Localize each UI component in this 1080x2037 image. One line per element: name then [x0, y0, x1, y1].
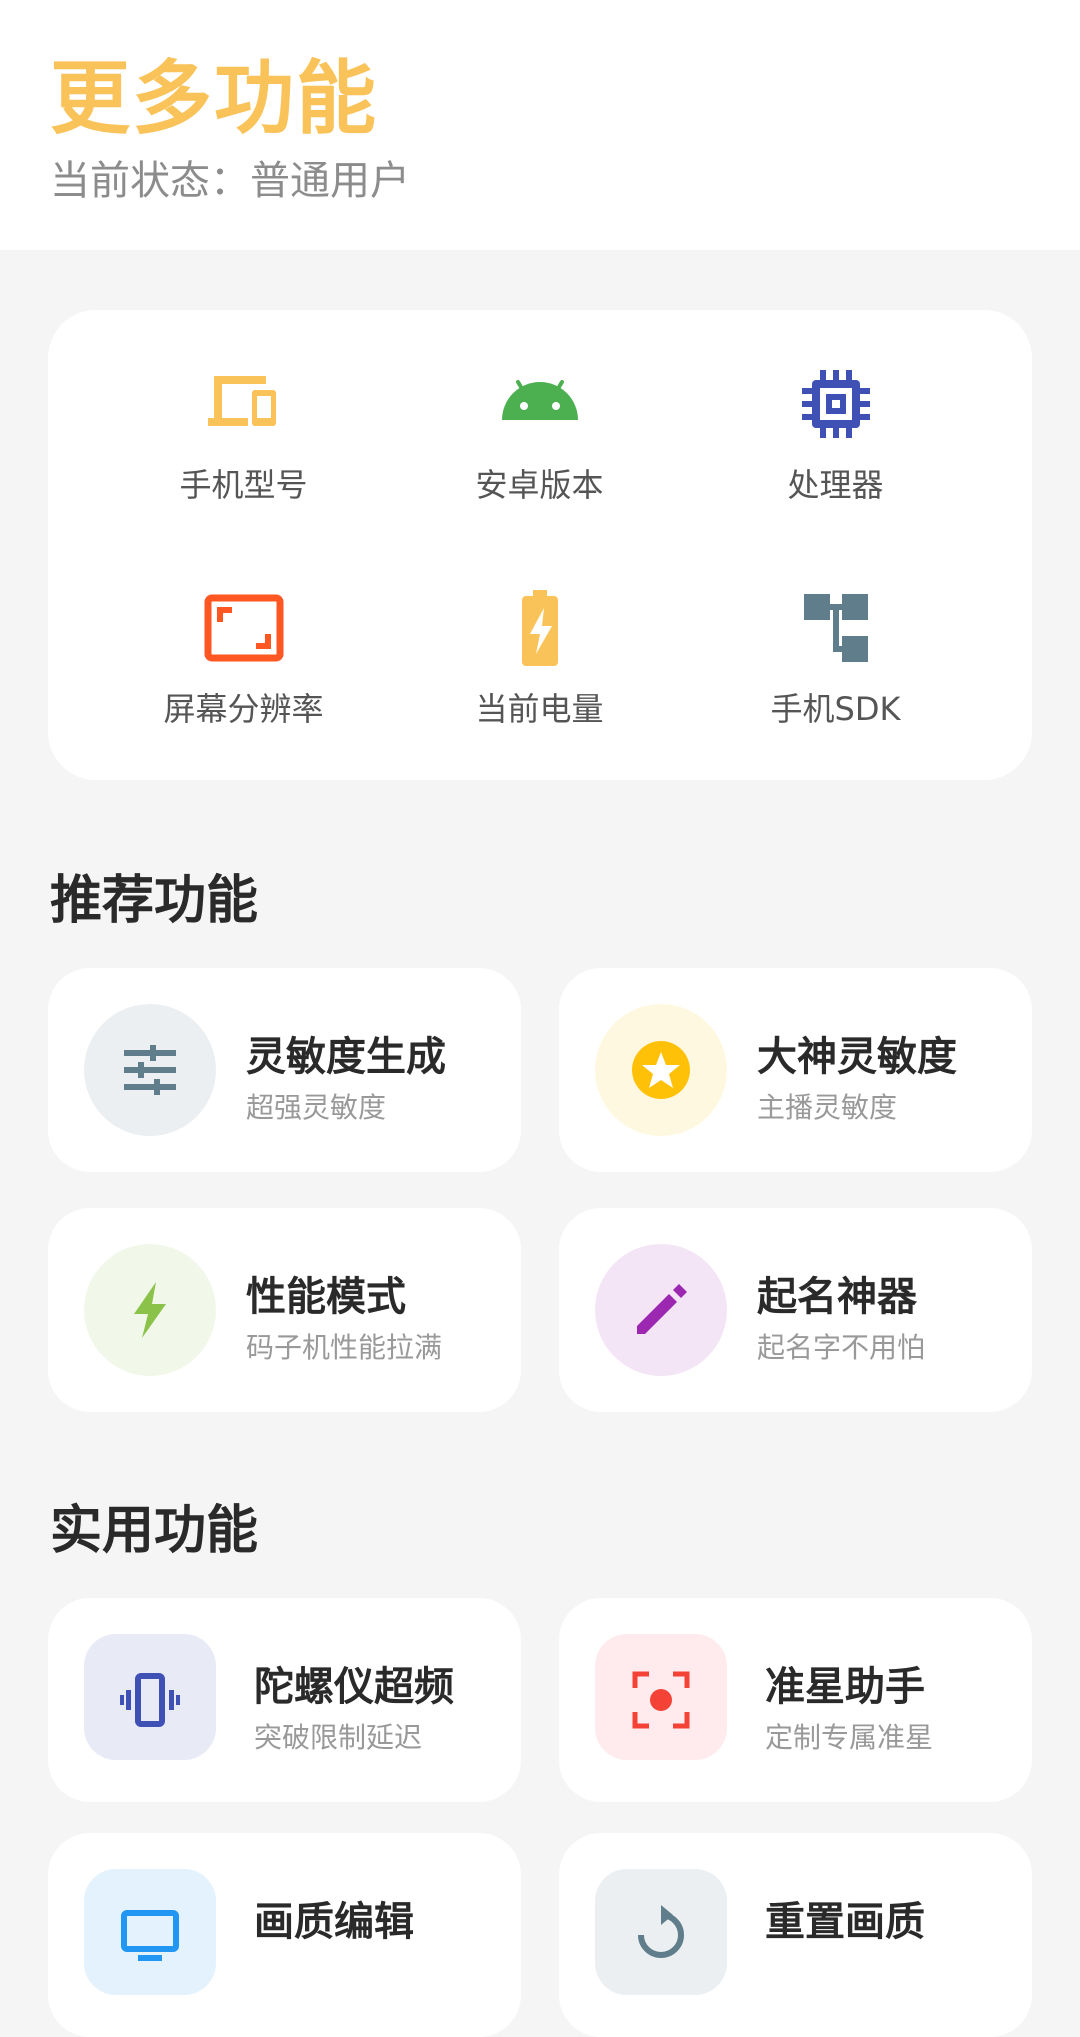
info-item-sdk[interactable]: 手机SDK [688, 534, 983, 734]
feature-card-graphics-editor[interactable]: 画质编辑 [48, 1833, 521, 2037]
pencil-icon [637, 1284, 687, 1334]
feature-icon-bg [84, 1634, 216, 1760]
info-item-android-version[interactable]: 安卓版本 [392, 310, 687, 510]
feature-title: 画质编辑 [254, 1899, 414, 1945]
info-item-phone-model[interactable]: 手机型号 [96, 310, 391, 510]
feature-title: 准星助手 [765, 1664, 925, 1710]
info-label: 处理器 [787, 466, 884, 504]
cpu-icon [802, 370, 870, 438]
info-item-processor[interactable]: 处理器 [688, 310, 983, 510]
feature-title: 性能模式 [246, 1274, 406, 1320]
feature-subtitle: 突破限制延迟 [254, 1721, 423, 1754]
bolt-icon [134, 1282, 166, 1338]
info-item-battery[interactable]: 当前电量 [392, 534, 687, 734]
crosshair-icon [632, 1671, 690, 1729]
feature-icon-bg [84, 1004, 216, 1136]
feature-subtitle: 码子机性能拉满 [246, 1331, 443, 1364]
feature-card-sensitivity-generator[interactable]: 灵敏度生成 超强灵敏度 [48, 968, 521, 1172]
info-label: 当前电量 [475, 690, 604, 728]
device-info-card: 手机型号 安卓版本 处理器 屏幕分辨率 当前电量 手机SDK [48, 310, 1032, 780]
feature-subtitle: 主播灵敏度 [757, 1091, 898, 1124]
feature-icon-bg [84, 1244, 216, 1376]
page-title: 更多功能 [50, 52, 378, 145]
feature-subtitle: 超强灵敏度 [246, 1091, 387, 1124]
feature-icon-bg [595, 1244, 727, 1376]
feature-icon-bg [84, 1869, 216, 1995]
feature-subtitle: 起名字不用怕 [757, 1331, 926, 1364]
star-badge-icon [632, 1041, 690, 1099]
sdk-tree-icon [804, 594, 868, 662]
android-icon [502, 380, 578, 420]
feature-title: 重置画质 [765, 1899, 925, 1945]
section-title-recommended: 推荐功能 [50, 871, 259, 931]
feature-subtitle: 定制专属准星 [765, 1721, 934, 1754]
feature-icon-bg [595, 1869, 727, 1995]
feature-card-reset-graphics[interactable]: 重置画质 [559, 1833, 1032, 2037]
user-status: 当前状态：普通用户 [50, 158, 410, 204]
feature-icon-bg [595, 1634, 727, 1760]
feature-icon-bg [595, 1004, 727, 1136]
feature-card-crosshair-assistant[interactable]: 准星助手 定制专属准星 [559, 1598, 1032, 1802]
info-label: 安卓版本 [475, 466, 604, 504]
battery-charging-icon [522, 590, 558, 666]
feature-title: 大神灵敏度 [757, 1034, 957, 1080]
info-label: 手机型号 [179, 466, 308, 504]
reset-icon [638, 1905, 684, 1958]
sliders-icon [124, 1045, 176, 1095]
info-label: 手机SDK [770, 690, 901, 728]
feature-title: 灵敏度生成 [246, 1034, 446, 1080]
info-label: 屏幕分辨率 [163, 690, 324, 728]
vibrate-icon [120, 1673, 180, 1727]
feature-title: 起名神器 [757, 1274, 917, 1320]
feature-card-name-generator[interactable]: 起名神器 起名字不用怕 [559, 1208, 1032, 1412]
header: 更多功能 当前状态：普通用户 [0, 0, 1080, 250]
section-title-practical: 实用功能 [50, 1501, 259, 1561]
feature-title: 陀螺仪超频 [254, 1664, 454, 1710]
feature-card-pro-sensitivity[interactable]: 大神灵敏度 主播灵敏度 [559, 968, 1032, 1172]
monitor-icon [121, 1910, 179, 1961]
feature-card-performance-mode[interactable]: 性能模式 码子机性能拉满 [48, 1208, 521, 1412]
screen-frame-icon [204, 594, 284, 662]
info-item-screen-resolution[interactable]: 屏幕分辨率 [96, 534, 391, 734]
feature-card-gyroscope-overclock[interactable]: 陀螺仪超频 突破限制延迟 [48, 1598, 521, 1802]
devices-icon [208, 376, 276, 426]
